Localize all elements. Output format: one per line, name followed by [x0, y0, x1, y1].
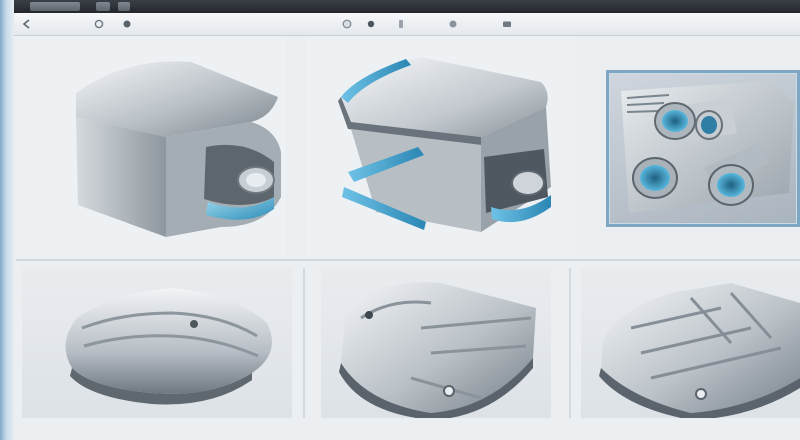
title-tab-2[interactable] — [96, 2, 110, 11]
camera-icon — [503, 21, 511, 27]
view-icon — [449, 20, 457, 28]
col-divider-1 — [303, 268, 305, 418]
refresh-button[interactable] — [92, 17, 106, 31]
back-button[interactable] — [20, 17, 34, 31]
app-window — [0, 0, 800, 440]
pin-icon — [399, 20, 403, 28]
gallery-item-tube-pipes[interactable] — [606, 70, 800, 227]
rounded-metal-block-icon — [65, 288, 272, 405]
window-left-frame — [0, 0, 14, 440]
record-icon — [123, 20, 131, 28]
refresh-icon — [94, 19, 104, 29]
faceted-metal-plate-icon — [599, 283, 800, 418]
arrow-left-icon — [22, 19, 30, 29]
title-tab-3[interactable] — [118, 2, 130, 11]
gallery-item-faceted-plate[interactable] — [581, 268, 800, 418]
settings-icon — [342, 19, 352, 29]
gallery-item-metal-cube[interactable] — [16, 37, 286, 257]
camera-button[interactable] — [500, 17, 514, 31]
record-icon — [367, 20, 375, 28]
clamp-bracket-icon — [338, 57, 551, 232]
icon-gallery — [16, 37, 800, 440]
gallery-item-clamp-bracket[interactable] — [306, 37, 576, 257]
tube-pipes-icon — [621, 81, 794, 213]
view-button[interactable] — [446, 17, 460, 31]
row-divider — [16, 259, 800, 261]
title-bar — [0, 0, 800, 13]
settings-button[interactable] — [340, 17, 354, 31]
metal-cube-tube-icon — [76, 61, 281, 237]
title-tab-1[interactable] — [30, 2, 80, 11]
pin-button[interactable] — [394, 17, 408, 31]
gallery-item-rounded-block[interactable] — [22, 268, 292, 418]
record-button-2[interactable] — [364, 17, 378, 31]
record-button[interactable] — [120, 17, 134, 31]
col-divider-2 — [569, 268, 571, 418]
toolbar — [14, 13, 800, 36]
shield-metal-piece-icon — [339, 282, 536, 418]
gallery-item-shield-piece[interactable] — [321, 268, 551, 418]
